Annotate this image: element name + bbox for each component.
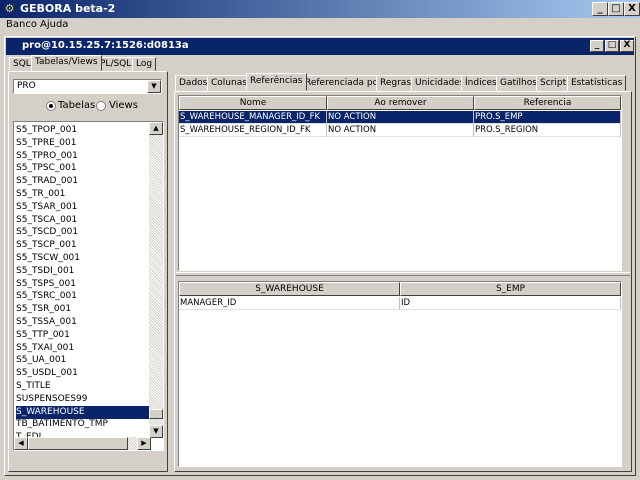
- list-item[interactable]: S5_TPRO_001: [16, 150, 150, 163]
- list-item[interactable]: S5_USDL_001: [16, 367, 150, 380]
- table-list-hscrollbar[interactable]: ◀ ▶: [14, 437, 151, 450]
- tab-regras[interactable]: Regras: [376, 75, 416, 91]
- scroll-right-icon[interactable]: ▶: [137, 437, 151, 450]
- list-item[interactable]: S5_TSSA_001: [16, 316, 150, 329]
- table-cell[interactable]: PRO.S_EMP: [474, 111, 621, 124]
- db-app-icon: ⚙: [4, 2, 15, 15]
- header-nome[interactable]: Nome: [179, 96, 327, 110]
- table-cell[interactable]: NO ACTION: [327, 111, 474, 124]
- list-item[interactable]: S5_TSRC_001: [16, 290, 150, 303]
- inner-restore-button[interactable]: □: [605, 40, 619, 52]
- minimize-button[interactable]: _: [592, 2, 608, 16]
- split-divider[interactable]: [176, 272, 630, 276]
- connection-title: pro@10.15.25.7:1526:d0813a: [22, 40, 189, 51]
- radio-views[interactable]: [96, 101, 106, 111]
- schema-selected-value: PRO: [17, 81, 36, 91]
- table-cell[interactable]: MANAGER_ID: [179, 297, 400, 310]
- list-item[interactable]: S5_TPRE_001: [16, 137, 150, 150]
- table-list-vscrollbar[interactable]: ▲ ▼: [149, 122, 163, 438]
- references-table[interactable]: Nome Ao remover Referencia S_WAREHOUSE_M…: [178, 95, 622, 271]
- tab-referenciada-por[interactable]: Referenciada por: [301, 75, 386, 91]
- column-mapping-table[interactable]: S_WAREHOUSE S_EMP MANAGER_ID ID: [178, 281, 622, 467]
- header-referencia[interactable]: Referencia: [474, 96, 621, 110]
- list-item[interactable]: S5_TXAI_001: [16, 342, 150, 355]
- list-item[interactable]: S5_TPSC_001: [16, 162, 150, 175]
- tab-indices[interactable]: Índices: [461, 75, 501, 91]
- tab-gatilhos[interactable]: Gatilhos: [496, 75, 541, 91]
- tab-log[interactable]: Log: [132, 57, 157, 71]
- table-cell[interactable]: NO ACTION: [327, 124, 474, 137]
- list-item[interactable]: S5_TTP_001: [16, 329, 150, 342]
- inner-close-button[interactable]: X: [620, 40, 634, 52]
- list-item[interactable]: S5_TSCP_001: [16, 239, 150, 252]
- app-title-bar[interactable]: ⚙ GEBORA beta-2 _ □ X: [0, 0, 640, 18]
- tab-plsql[interactable]: PL/SQL: [96, 57, 136, 71]
- app-title: GEBORA beta-2: [20, 2, 116, 15]
- list-item[interactable]: S_TITLE: [16, 380, 150, 393]
- table-cell[interactable]: ID: [400, 297, 621, 310]
- header-source-table[interactable]: S_WAREHOUSE: [179, 282, 400, 296]
- header-ao-remover[interactable]: Ao remover: [327, 96, 474, 110]
- list-item[interactable]: S5_TR_001: [16, 188, 150, 201]
- tab-colunas[interactable]: Colunas: [207, 75, 251, 91]
- list-item[interactable]: S5_UA_001: [16, 354, 150, 367]
- schema-select[interactable]: PRO ▼: [13, 79, 162, 94]
- menu-ajuda[interactable]: Ajuda: [40, 19, 68, 30]
- tab-unicidades[interactable]: Unicidades: [411, 75, 469, 91]
- tab-referencias[interactable]: Referências: [246, 73, 307, 91]
- table-cell[interactable]: S_WAREHOUSE_REGION_ID_FK: [179, 124, 327, 137]
- radio-tables[interactable]: [46, 101, 56, 111]
- list-item[interactable]: S5_TSCA_001: [16, 214, 150, 227]
- maximize-button[interactable]: □: [608, 2, 624, 16]
- list-item[interactable]: TB_BATIMENTO_TMP: [16, 418, 150, 431]
- list-item[interactable]: S5_TSPS_001: [16, 278, 150, 291]
- list-item[interactable]: S5_TSAR_001: [16, 201, 150, 214]
- table-list[interactable]: S5_TPOP_001 S5_TPRE_001 S5_TPRO_001 S5_TPSC…: [13, 121, 164, 451]
- menu-banco[interactable]: Banco: [6, 19, 37, 30]
- hscroll-thumb[interactable]: [28, 437, 128, 450]
- scroll-down-icon[interactable]: ▼: [149, 425, 163, 438]
- tab-tabelas-views[interactable]: Tabelas/Views: [31, 55, 102, 71]
- list-item[interactable]: S5_TRAD_001: [16, 175, 150, 188]
- close-button[interactable]: X: [624, 2, 640, 16]
- header-target-table[interactable]: S_EMP: [400, 282, 621, 296]
- scroll-left-icon[interactable]: ◀: [14, 437, 28, 450]
- list-item[interactable]: S5_TSCD_001: [16, 226, 150, 239]
- tab-dados[interactable]: Dados: [175, 75, 212, 91]
- inner-minimize-button[interactable]: _: [590, 40, 604, 52]
- list-item[interactable]: S5_TSCW_001: [16, 252, 150, 265]
- table-cell[interactable]: S_WAREHOUSE_MANAGER_ID_FK: [179, 111, 327, 124]
- menu-bar: Banco Ajuda: [0, 18, 640, 34]
- scroll-up-icon[interactable]: ▲: [149, 122, 163, 135]
- chevron-down-icon[interactable]: ▼: [147, 80, 161, 93]
- connection-title-bar[interactable]: pro@10.15.25.7:1526:d0813a _ □ X: [6, 38, 634, 55]
- list-item[interactable]: S5_TPOP_001: [16, 124, 150, 137]
- list-item[interactable]: S5_TSR_001: [16, 303, 150, 316]
- tab-script[interactable]: Script: [536, 75, 571, 91]
- scroll-thumb[interactable]: [149, 409, 163, 419]
- table-cell[interactable]: PRO.S_REGION: [474, 124, 621, 137]
- list-item[interactable]: S_WAREHOUSE: [16, 405, 150, 419]
- tab-estatisticas[interactable]: Estatísticas: [567, 75, 627, 91]
- radio-tables-label: Tabelas: [58, 100, 96, 111]
- list-item[interactable]: SUSPENSOES99: [16, 393, 150, 406]
- radio-views-label: Views: [109, 100, 138, 111]
- list-item[interactable]: S5_TSDI_001: [16, 265, 150, 278]
